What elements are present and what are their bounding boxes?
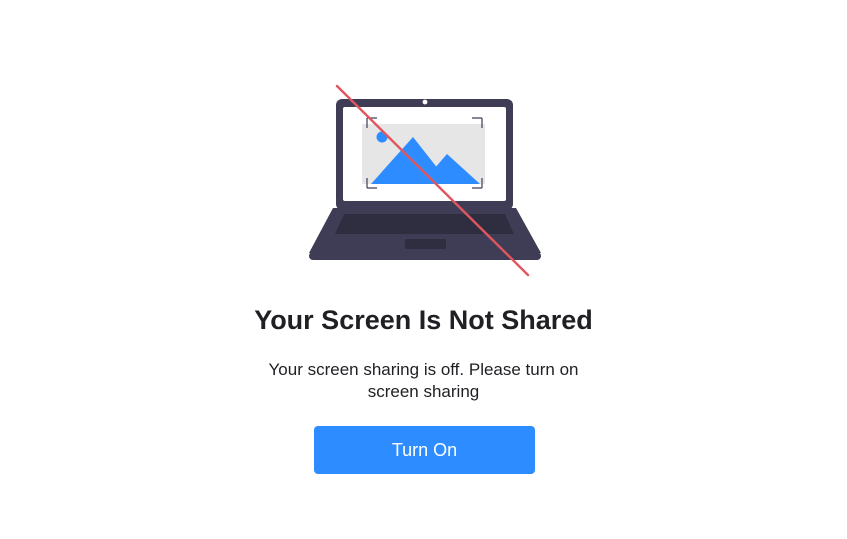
turn-on-button[interactable]: Turn On bbox=[314, 426, 535, 474]
screen-share-off-illustration bbox=[300, 80, 550, 280]
page-title: Your Screen Is Not Shared bbox=[254, 305, 593, 335]
status-message: Your screen sharing is off. Please turn … bbox=[268, 360, 579, 401]
laptop-screen-share-off-icon bbox=[309, 84, 541, 277]
